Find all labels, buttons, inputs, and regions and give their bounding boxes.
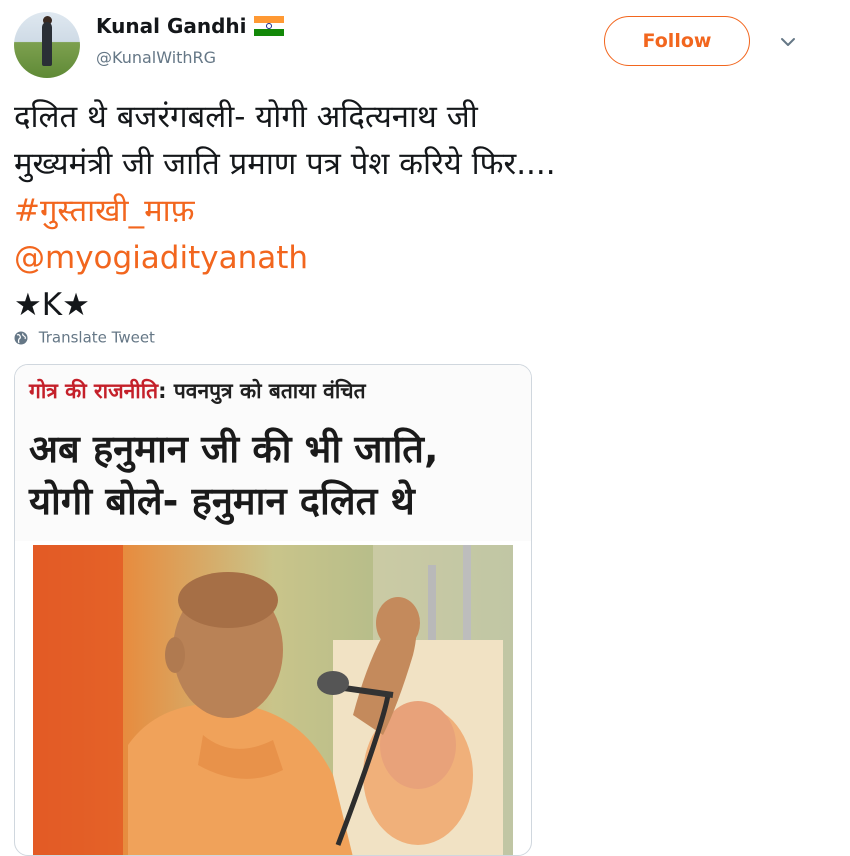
speaker-photo: [33, 545, 513, 855]
tweet-header: Kunal Gandhi @KunalWithRG Follow: [0, 0, 850, 90]
mention-link[interactable]: @myogiadityanath: [14, 235, 834, 282]
display-name-row[interactable]: Kunal Gandhi: [96, 14, 284, 38]
translate-tweet-link[interactable]: Translate Tweet: [14, 328, 155, 347]
hashtag-link[interactable]: #गुस्ताखी_माफ़: [14, 188, 834, 235]
clipping-kicker-rest: : पवनपुत्र को बताया वंचित: [158, 379, 366, 403]
follow-button[interactable]: Follow: [604, 16, 750, 66]
clipping-headline-line-1: अब हनुमान जी की भी जाति,: [29, 427, 439, 471]
translate-label[interactable]: Translate Tweet: [39, 329, 155, 347]
tweet-line-2: मुख्यमंत्री जी जाति प्रमाण पत्र पेश करिय…: [14, 146, 556, 182]
clipping-kicker: गोत्र की राजनीति: पवनपुत्र को बताया वंचि…: [29, 377, 366, 405]
india-flag-icon: [253, 16, 284, 36]
globe-icon: [14, 331, 28, 344]
avatar-person-body: [42, 22, 52, 66]
tweet-text: दलित थे बजरंगबली- योगी अदित्यनाथ जी मुख्…: [14, 94, 834, 329]
clipping-headline-line-2: योगी बोले- हनुमान दलित थे: [29, 479, 415, 523]
newspaper-clipping: गोत्र की राजनीति: पवनपुत्र को बताया वंचि…: [15, 365, 531, 541]
clipping-kicker-red: गोत्र की राजनीति: [29, 379, 159, 403]
tweet-line-1: दलित थे बजरंगबली- योगी अदित्यनाथ जी: [14, 99, 478, 135]
clipping-headline: अब हनुमान जी की भी जाति, योगी बोले- हनुम…: [29, 423, 529, 527]
display-name[interactable]: Kunal Gandhi: [96, 14, 247, 38]
tweet-media-image[interactable]: गोत्र की राजनीति: पवनपुत्र को बताया वंचि…: [14, 364, 532, 856]
avatar[interactable]: [14, 12, 80, 78]
tweet-signature: ★K★: [14, 287, 90, 323]
chevron-down-icon[interactable]: [776, 30, 800, 54]
user-handle[interactable]: @KunalWithRG: [96, 48, 216, 67]
